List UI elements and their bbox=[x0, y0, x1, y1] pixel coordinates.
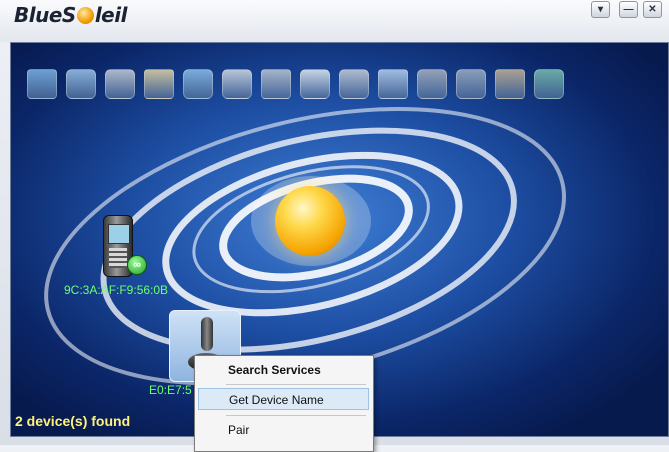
printer-icon[interactable] bbox=[105, 69, 135, 99]
menu-separator bbox=[226, 415, 366, 416]
headset-icon[interactable] bbox=[417, 69, 447, 99]
devices-found-status: 2 device(s) found bbox=[15, 413, 131, 429]
title-bar: BlueS leil ▾ — ✕ bbox=[0, 0, 669, 42]
close-button[interactable]: ✕ bbox=[643, 1, 662, 18]
device-label: 9C:3A:AF:F9:56:0B bbox=[64, 283, 169, 297]
minimize-button[interactable]: — bbox=[619, 1, 638, 18]
file-transfer-icon[interactable] bbox=[144, 69, 174, 99]
menu-button[interactable]: ▾ bbox=[591, 1, 610, 18]
serial-port-icon[interactable] bbox=[495, 69, 525, 99]
device-label: E0:E7:5 bbox=[149, 383, 192, 397]
sync-icon[interactable] bbox=[183, 69, 213, 99]
menu-item-get-device-name[interactable]: Get Device Name bbox=[198, 388, 369, 410]
local-device-orb[interactable] bbox=[275, 186, 345, 256]
network-access-icon[interactable] bbox=[27, 69, 57, 99]
connected-link-icon: ∞ bbox=[127, 255, 147, 275]
menu-item-pair[interactable]: Pair bbox=[198, 419, 369, 441]
menu-separator bbox=[226, 384, 366, 385]
image-transfer-icon[interactable] bbox=[378, 69, 408, 99]
business-card-icon[interactable] bbox=[222, 69, 252, 99]
lan-access-icon[interactable] bbox=[66, 69, 96, 99]
hearing-aid-icon[interactable] bbox=[456, 69, 486, 99]
fax-icon[interactable] bbox=[261, 69, 291, 99]
bluesoleil-logo: BlueS leil bbox=[14, 3, 127, 27]
dialup-icon[interactable] bbox=[339, 69, 369, 99]
global-icon[interactable] bbox=[534, 69, 564, 99]
mouse-icon[interactable] bbox=[300, 69, 330, 99]
menu-item-search-services[interactable]: Search Services bbox=[198, 359, 369, 381]
device-context-menu: Search Services Get Device Name Pair bbox=[194, 355, 374, 452]
